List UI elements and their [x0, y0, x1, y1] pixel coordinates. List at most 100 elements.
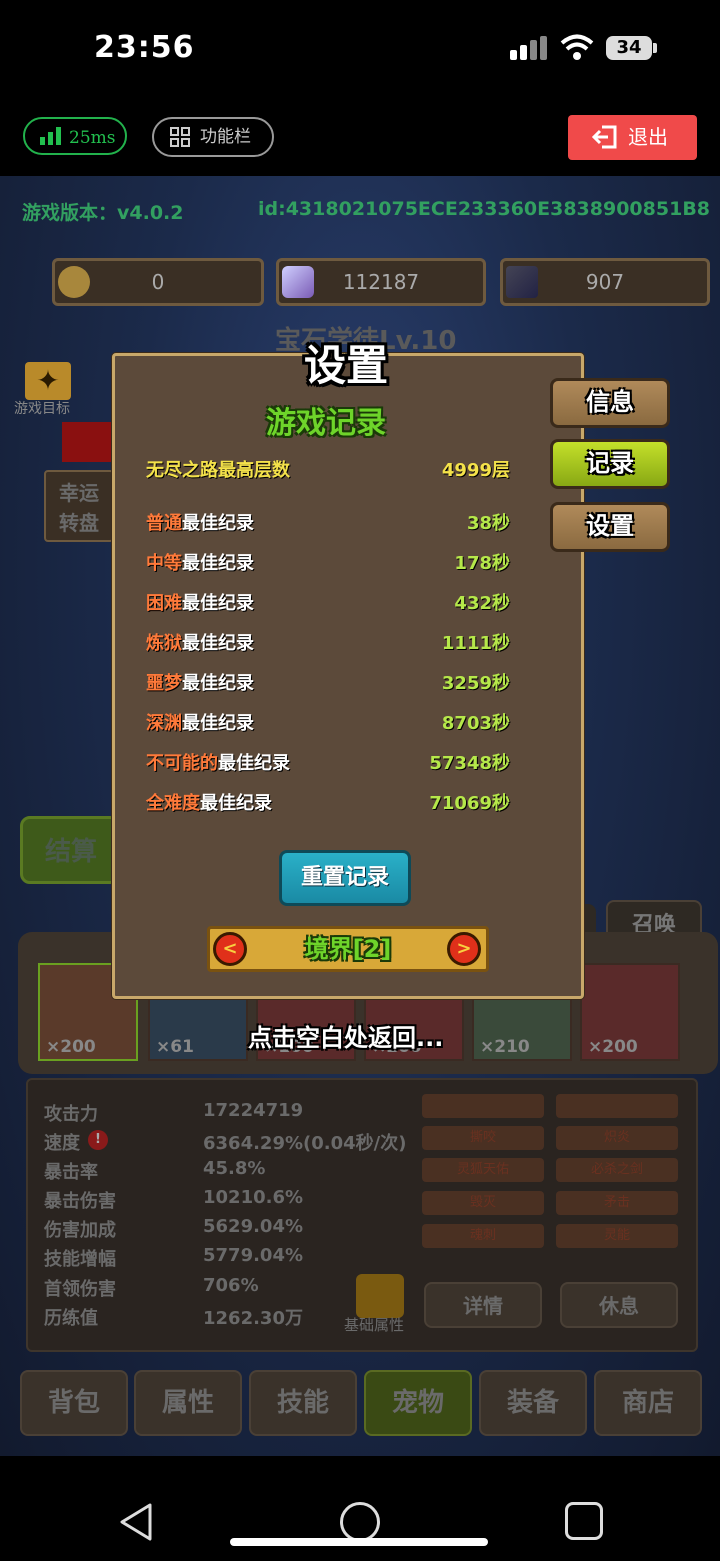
- tap-to-return-hint: 点击空白处返回...: [248, 1024, 444, 1052]
- lucky-wheel-line2: 转盘: [59, 511, 99, 535]
- stat-value: 5779.04%: [203, 1245, 304, 1266]
- record-label: 炼狱最佳纪录: [146, 629, 254, 655]
- tab-skills[interactable]: 技能: [249, 1370, 357, 1436]
- record-label: 困难最佳纪录: [146, 589, 254, 615]
- coin-icon: [58, 266, 90, 298]
- refresh-icon[interactable]: [356, 1274, 404, 1318]
- endless-record-label: 无尽之路最高层数: [146, 460, 290, 481]
- record-value: 432秒: [454, 593, 510, 614]
- tab-backpack[interactable]: 背包: [20, 1370, 128, 1436]
- record-label: 全难度最佳纪录: [146, 789, 272, 815]
- record-suffix: 最佳纪录: [182, 673, 254, 694]
- record-suffix: 最佳纪录: [182, 553, 254, 574]
- speed-warning-icon[interactable]: !: [88, 1130, 108, 1150]
- record-value: 8703秒: [441, 713, 510, 734]
- stat-label: 伤害加成: [44, 1220, 116, 1241]
- stat-label: 首领伤害: [44, 1279, 116, 1300]
- stat-label: 技能增幅: [44, 1249, 116, 1270]
- wifi-icon: [560, 34, 594, 60]
- status-time: 23:56: [94, 30, 195, 65]
- skill-tag[interactable]: 矛击: [556, 1191, 678, 1215]
- record-suffix: 最佳纪录: [182, 593, 254, 614]
- record-difficulty: 炼狱: [146, 633, 182, 654]
- tab-shop[interactable]: 商店: [594, 1370, 702, 1436]
- reset-records-button[interactable]: 重置记录: [279, 850, 411, 906]
- pet-count: ×200: [588, 1037, 638, 1057]
- stat-label: 暴击伤害: [44, 1191, 116, 1212]
- red-banner: [62, 422, 112, 462]
- skill-tag[interactable]: 魂刺: [422, 1224, 544, 1248]
- stat-value: 1262.30万: [203, 1308, 303, 1329]
- record-label: 噩梦最佳纪录: [146, 669, 254, 695]
- stat-label: 速度: [44, 1133, 80, 1154]
- pet-count: ×200: [46, 1037, 96, 1057]
- card-icon: [506, 266, 538, 298]
- record-label: 中等最佳纪录: [146, 549, 254, 575]
- record-value: 1111秒: [441, 633, 510, 654]
- record-value: 57348秒: [429, 753, 510, 774]
- lucky-wheel-line1: 幸运: [59, 481, 99, 505]
- record-suffix: 最佳纪录: [200, 793, 272, 814]
- dialog-title: 设置: [304, 341, 389, 390]
- record-difficulty: 全难度: [146, 793, 200, 814]
- game-id: id:4318021075ECE233360E3838900851B8: [258, 198, 711, 220]
- home-icon[interactable]: [340, 1502, 380, 1542]
- record-difficulty: 噩梦: [146, 673, 182, 694]
- basic-attributes-label: 基础属性: [344, 1316, 405, 1334]
- stat-label: 暴击率: [44, 1162, 98, 1183]
- skill-tag[interactable]: 灵能: [556, 1224, 678, 1248]
- record-difficulty: 不可能的: [146, 753, 218, 774]
- settings-tab-button[interactable]: 设置: [550, 502, 670, 552]
- pet-count: ×61: [156, 1037, 194, 1057]
- cellular-signal-icon: [510, 36, 547, 60]
- records-tab-button[interactable]: 记录: [550, 439, 670, 489]
- record-label: 深渊最佳纪录: [146, 709, 254, 735]
- stat-value: 45.8%: [203, 1158, 266, 1179]
- goal-label: 游戏目标: [14, 401, 70, 417]
- record-label: 不可能的最佳纪录: [146, 749, 290, 775]
- skill-tag[interactable]: 必杀之剑: [556, 1158, 678, 1182]
- info-tab-button[interactable]: 信息: [550, 378, 670, 428]
- record-value: 3259秒: [441, 673, 510, 694]
- exit-button[interactable]: 退出: [568, 115, 697, 160]
- record-value: 38秒: [466, 513, 510, 534]
- record-difficulty: 困难: [146, 593, 182, 614]
- records-section-title: 游戏记录: [266, 406, 386, 441]
- battery-cap: [653, 43, 657, 53]
- stat-label: 历练值: [44, 1308, 98, 1329]
- ping-indicator[interactable]: 25ms: [23, 117, 127, 155]
- skill-tag[interactable]: 炽炎: [556, 1126, 678, 1150]
- rest-button[interactable]: 休息: [560, 1282, 678, 1328]
- back-icon[interactable]: [118, 1502, 154, 1542]
- star-goal-icon[interactable]: ✦: [25, 362, 71, 400]
- settle-button[interactable]: 结算: [20, 816, 120, 884]
- chevron-right-icon[interactable]: >: [447, 932, 481, 966]
- chevron-left-icon[interactable]: <: [213, 932, 247, 966]
- signal-bars-icon: [40, 127, 61, 145]
- stat-value: 6364.29%(0.04秒/次): [203, 1133, 407, 1154]
- stat-value: 5629.04%: [203, 1216, 304, 1237]
- tab-equipment[interactable]: 装备: [479, 1370, 587, 1436]
- recents-icon[interactable]: [565, 1502, 603, 1540]
- skill-slot-top[interactable]: [422, 1094, 544, 1118]
- stat-value: 706%: [203, 1275, 259, 1296]
- exit-icon: [592, 125, 617, 149]
- tab-attributes[interactable]: 属性: [134, 1370, 242, 1436]
- detail-button[interactable]: 详情: [424, 1282, 542, 1328]
- tab-pets[interactable]: 宠物: [364, 1370, 472, 1436]
- skill-tag[interactable]: 毁灭: [422, 1191, 544, 1215]
- home-indicator[interactable]: [230, 1538, 488, 1546]
- lucky-wheel-button[interactable]: 幸运 转盘: [44, 470, 114, 542]
- pet-slot[interactable]: ×200: [580, 963, 680, 1061]
- skill-tag[interactable]: 撕咬: [422, 1126, 544, 1150]
- record-suffix: 最佳纪录: [218, 753, 290, 774]
- record-difficulty: 中等: [146, 553, 182, 574]
- endless-record-value: 4999层: [441, 460, 510, 481]
- skill-slot-top[interactable]: [556, 1094, 678, 1118]
- record-difficulty: 深渊: [146, 713, 182, 734]
- skill-tag[interactable]: 灵狐天佑: [422, 1158, 544, 1182]
- record-label: 普通最佳纪录: [146, 509, 254, 535]
- game-version: 游戏版本：v4.0.2: [22, 202, 184, 224]
- record-suffix: 最佳纪录: [182, 713, 254, 734]
- stat-value: 10210.6%: [203, 1187, 304, 1208]
